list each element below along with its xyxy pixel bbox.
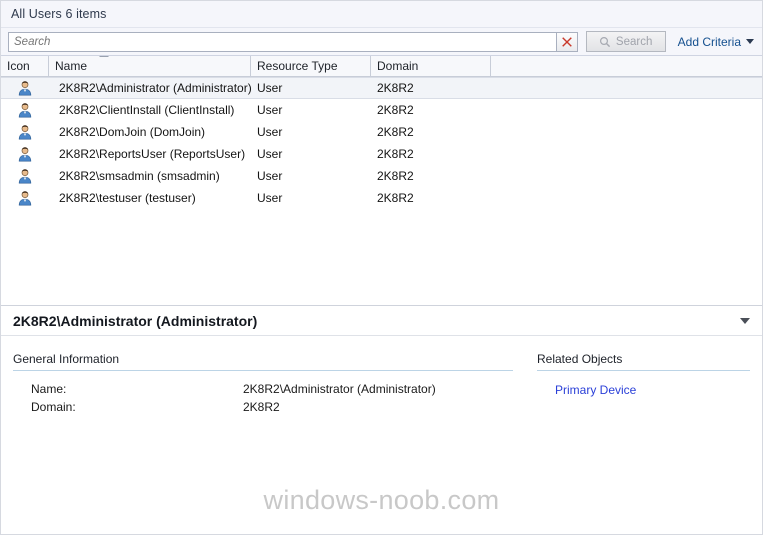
user-icon bbox=[18, 169, 32, 184]
column-header-filler bbox=[491, 56, 762, 76]
detail-pane-body: General Information Name: 2K8R2\Administr… bbox=[1, 336, 762, 534]
user-icon bbox=[18, 191, 32, 206]
red-x-icon bbox=[561, 36, 572, 47]
search-toolbar: Search Add Criteria bbox=[1, 28, 762, 56]
column-header-name[interactable]: Name bbox=[49, 56, 251, 76]
user-icon bbox=[18, 81, 32, 96]
row-resource-type-cell: User bbox=[257, 81, 283, 95]
search-button-label: Search bbox=[615, 35, 653, 48]
row-domain-cell: 2K8R2 bbox=[377, 191, 414, 205]
search-input[interactable] bbox=[8, 31, 556, 52]
sort-ascending-icon bbox=[99, 56, 109, 57]
row-name-cell: 2K8R2\DomJoin (DomJoin) bbox=[59, 125, 206, 139]
row-icon-cell bbox=[1, 146, 49, 162]
column-header-resource-type[interactable]: Resource Type bbox=[251, 56, 371, 76]
related-object-link[interactable]: Primary Device bbox=[555, 383, 750, 397]
grid-header-row: Icon Name Resource Type Domain bbox=[1, 56, 762, 77]
users-grid: Icon Name Resource Type Domain 2K8R2\Adm… bbox=[1, 56, 762, 306]
row-name-cell: 2K8R2\ClientInstall (ClientInstall) bbox=[59, 103, 235, 117]
page-title: All Users 6 items bbox=[11, 7, 107, 21]
detail-field-row: Domain: 2K8R2 bbox=[13, 399, 513, 415]
row-name-cell: 2K8R2\Administrator (Administrator) bbox=[59, 81, 251, 95]
detail-field-value: 2K8R2\Administrator (Administrator) bbox=[243, 382, 436, 396]
row-resource-type-cell: User bbox=[257, 191, 283, 205]
user-icon bbox=[18, 125, 32, 140]
related-objects-title: Related Objects bbox=[537, 352, 750, 371]
column-header-icon[interactable]: Icon bbox=[1, 56, 49, 76]
general-information-section: General Information Name: 2K8R2\Administr… bbox=[13, 352, 513, 534]
column-header-domain[interactable]: Domain bbox=[371, 56, 491, 76]
related-objects-section: Related Objects Primary Device bbox=[537, 352, 750, 534]
user-list-window: All Users 6 items Search Add Criteria Ic… bbox=[0, 0, 763, 535]
row-resource-type-cell: User bbox=[257, 103, 283, 117]
caret-down-icon bbox=[746, 39, 754, 44]
detail-pane: 2K8R2\Administrator (Administrator) Gene… bbox=[1, 306, 762, 534]
general-information-fields: Name: 2K8R2\Administrator (Administrator)… bbox=[13, 381, 513, 415]
row-domain-cell: 2K8R2 bbox=[377, 81, 414, 95]
table-row[interactable]: 2K8R2\testuser (testuser) User 2K8R2 bbox=[1, 187, 762, 209]
table-row[interactable]: 2K8R2\smsadmin (smsadmin) User 2K8R2 bbox=[1, 165, 762, 187]
detail-pane-header: 2K8R2\Administrator (Administrator) bbox=[1, 306, 762, 336]
detail-field-value: 2K8R2 bbox=[243, 400, 280, 414]
chevron-down-icon[interactable] bbox=[740, 317, 750, 324]
row-name-cell: 2K8R2\ReportsUser (ReportsUser) bbox=[59, 147, 246, 161]
row-resource-type-cell: User bbox=[257, 147, 283, 161]
row-name-cell: 2K8R2\smsadmin (smsadmin) bbox=[59, 169, 220, 183]
grid-body: 2K8R2\Administrator (Administrator) User 2… bbox=[1, 77, 762, 209]
window-title-bar: All Users 6 items bbox=[1, 1, 762, 28]
row-icon-cell bbox=[1, 168, 49, 184]
row-domain-cell: 2K8R2 bbox=[377, 103, 414, 117]
row-domain-cell: 2K8R2 bbox=[377, 169, 414, 183]
table-row[interactable]: 2K8R2\DomJoin (DomJoin) User 2K8R2 bbox=[1, 121, 762, 143]
general-information-title: General Information bbox=[13, 352, 513, 371]
row-resource-type-cell: User bbox=[257, 125, 283, 139]
column-header-name-label: Name bbox=[55, 59, 88, 73]
column-header-domain-label: Domain bbox=[377, 59, 419, 73]
row-icon-cell bbox=[1, 190, 49, 206]
detail-field-label: Domain: bbox=[31, 400, 76, 414]
row-icon-cell bbox=[1, 80, 49, 96]
detail-title: 2K8R2\Administrator (Administrator) bbox=[13, 312, 258, 329]
table-row[interactable]: 2K8R2\Administrator (Administrator) User 2… bbox=[1, 77, 762, 99]
magnifier-icon bbox=[599, 36, 611, 47]
related-objects-list: Primary Device bbox=[537, 383, 750, 397]
user-icon bbox=[18, 103, 32, 118]
row-domain-cell: 2K8R2 bbox=[377, 147, 414, 161]
search-button[interactable]: Search bbox=[585, 31, 666, 52]
row-resource-type-cell: User bbox=[257, 169, 283, 183]
detail-field-label: Name: bbox=[31, 382, 67, 396]
add-criteria-label: Add Criteria bbox=[677, 34, 741, 49]
add-criteria-button[interactable]: Add Criteria bbox=[678, 35, 754, 49]
user-icon bbox=[18, 147, 32, 162]
column-header-resource-type-label: Resource Type bbox=[257, 59, 338, 73]
table-row[interactable]: 2K8R2\ClientInstall (ClientInstall) User 2… bbox=[1, 99, 762, 121]
column-header-icon-label: Icon bbox=[7, 59, 30, 73]
row-name-cell: 2K8R2\testuser (testuser) bbox=[59, 191, 196, 205]
detail-field-row: Name: 2K8R2\Administrator (Administrator) bbox=[13, 381, 513, 397]
clear-search-button[interactable] bbox=[555, 31, 578, 52]
row-icon-cell bbox=[1, 124, 49, 140]
row-icon-cell bbox=[1, 102, 49, 118]
table-row[interactable]: 2K8R2\ReportsUser (ReportsUser) User 2K8R2 bbox=[1, 143, 762, 165]
row-domain-cell: 2K8R2 bbox=[377, 125, 414, 139]
